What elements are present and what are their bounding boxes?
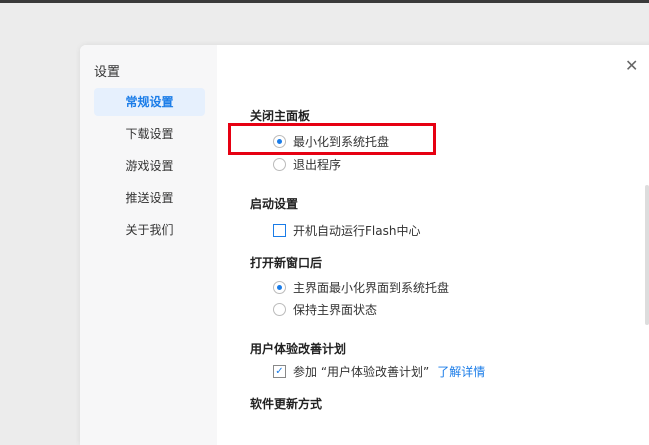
settings-dialog: 设置 常规设置 下载设置 游戏设置 推送设置 关于我们 ✕ 关闭主面板 最小化到… bbox=[80, 45, 649, 445]
sidebar-item-download[interactable]: 下载设置 bbox=[94, 120, 205, 148]
radio-unchecked-icon bbox=[273, 158, 286, 171]
option-label: 保持主界面状态 bbox=[293, 303, 378, 317]
radio-keep-main[interactable]: 保持主界面状态 bbox=[273, 301, 377, 318]
radio-minimize-main[interactable]: 主界面最小化界面到系统托盘 bbox=[273, 279, 449, 296]
radio-unchecked-icon bbox=[273, 303, 286, 316]
section-close-panel: 关闭主面板 bbox=[250, 109, 311, 123]
radio-checked-icon bbox=[273, 281, 286, 294]
radio-minimize-tray[interactable]: 最小化到系统托盘 bbox=[273, 133, 389, 150]
option-label: 退出程序 bbox=[293, 158, 342, 172]
option-label: 参加 “用户体验改善计划” bbox=[293, 365, 430, 379]
section-startup: 启动设置 bbox=[250, 197, 299, 211]
checkbox-autostart[interactable]: 开机自动运行Flash中心 bbox=[273, 222, 420, 239]
checkbox-ux-plan[interactable]: ✓ 参加 “用户体验改善计划” 了解详情 bbox=[273, 363, 485, 380]
checkbox-icon bbox=[273, 224, 286, 237]
checkmark-icon: ✓ bbox=[273, 365, 286, 378]
radio-exit-program[interactable]: 退出程序 bbox=[273, 156, 341, 173]
radio-checked-icon bbox=[273, 135, 286, 148]
learn-more-link[interactable]: 了解详情 bbox=[437, 363, 485, 380]
dialog-title: 设置 bbox=[94, 65, 121, 80]
scrollbar[interactable] bbox=[645, 185, 649, 325]
section-new-window: 打开新窗口后 bbox=[250, 256, 323, 270]
sidebar: 设置 常规设置 下载设置 游戏设置 推送设置 关于我们 bbox=[80, 45, 217, 445]
sidebar-item-game[interactable]: 游戏设置 bbox=[94, 152, 205, 180]
option-label: 最小化到系统托盘 bbox=[293, 135, 390, 149]
section-update: 软件更新方式 bbox=[250, 397, 323, 411]
section-ux-plan: 用户体验改善计划 bbox=[250, 342, 347, 356]
sidebar-item-general[interactable]: 常规设置 bbox=[94, 88, 205, 116]
top-bar bbox=[0, 0, 649, 3]
sidebar-item-push[interactable]: 推送设置 bbox=[94, 184, 205, 212]
option-label: 开机自动运行Flash中心 bbox=[293, 224, 421, 238]
close-icon[interactable]: ✕ bbox=[625, 56, 638, 75]
option-label: 主界面最小化界面到系统托盘 bbox=[293, 281, 450, 295]
sidebar-item-about[interactable]: 关于我们 bbox=[94, 216, 205, 244]
